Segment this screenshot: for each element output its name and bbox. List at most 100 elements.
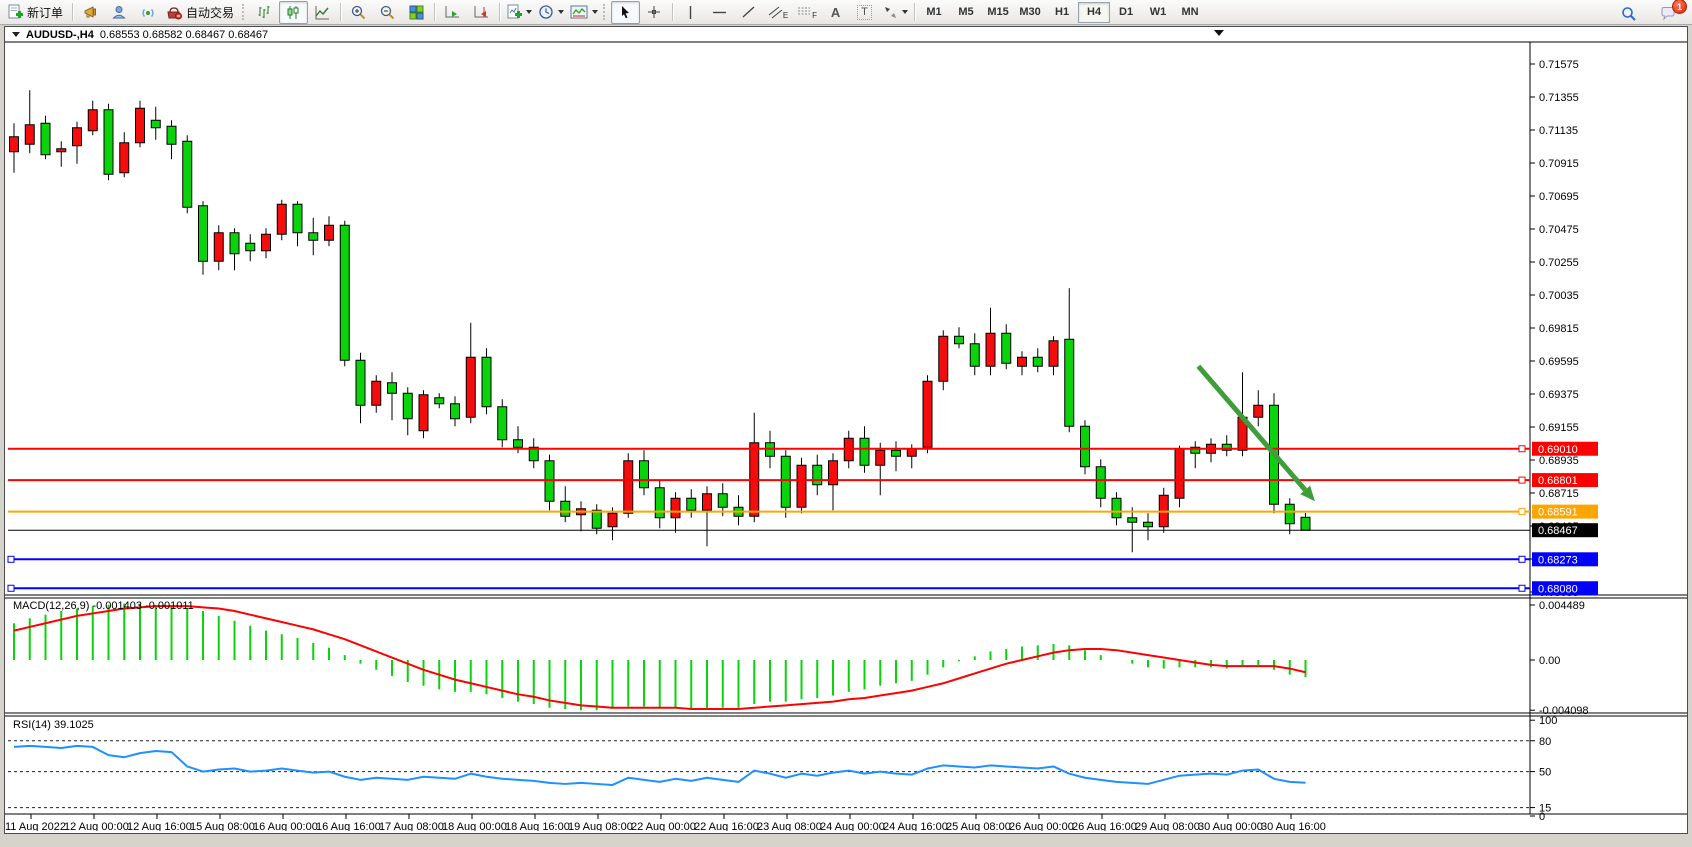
tab-timeframe-m5[interactable]: M5	[950, 2, 982, 23]
notifications-button[interactable]: 1	[1653, 2, 1682, 25]
level-handle[interactable]	[1519, 556, 1525, 562]
vertical-line-button[interactable]	[676, 1, 705, 24]
auto-trading-label: 自动交易	[185, 4, 237, 21]
candle-body	[277, 204, 286, 234]
candle-body	[624, 461, 633, 514]
candle-body	[640, 461, 649, 488]
toolbar-separator	[914, 3, 915, 21]
line-chart-icon	[314, 4, 331, 21]
date-axis-label: 26 Aug 00:00	[1009, 821, 1074, 831]
indicators-button[interactable]	[503, 1, 535, 24]
candle-body	[829, 461, 838, 485]
tile-windows-button[interactable]	[402, 1, 431, 24]
candle-body	[419, 395, 428, 431]
candle-body	[104, 110, 113, 175]
candle-body	[325, 225, 334, 240]
tab-timeframe-mn[interactable]: MN	[1174, 2, 1206, 23]
candle-body	[230, 233, 239, 254]
annotation-arrow[interactable]	[1198, 366, 1305, 490]
text-button[interactable]: A	[821, 1, 850, 24]
zoom-in-button[interactable]	[344, 1, 373, 24]
price-axis-label: 0.69815	[1539, 323, 1579, 335]
auto-scroll-icon	[444, 4, 461, 21]
price-axis-label: 0.70695	[1539, 191, 1579, 203]
crosshair-icon	[646, 4, 663, 21]
tab-timeframe-w1[interactable]: W1	[1142, 2, 1174, 23]
text-label-button[interactable]: T	[850, 1, 879, 24]
tab-timeframe-h4[interactable]: H4	[1078, 2, 1110, 23]
signals-button[interactable]	[134, 1, 163, 24]
window-menu-icon[interactable]	[12, 32, 20, 37]
equidistant-channel-button[interactable]: E	[763, 1, 792, 24]
tab-timeframe-m15[interactable]: M15	[982, 2, 1014, 23]
candle-body	[214, 233, 223, 262]
candle-body	[1285, 504, 1294, 524]
periods-button[interactable]	[535, 1, 567, 24]
level-price-chip-label: 0.68801	[1538, 475, 1578, 487]
candle-body	[498, 407, 507, 440]
candle-body	[309, 233, 318, 241]
candle-body	[608, 513, 617, 527]
toolbar-grip	[242, 4, 248, 20]
candle-body	[136, 108, 145, 143]
notification-badge: 1	[1672, 0, 1687, 14]
scroll-end-marker-icon[interactable]	[1214, 30, 1224, 36]
auto-trading-button[interactable]: 自动交易	[163, 1, 240, 24]
new-order-label: 新订单	[26, 4, 66, 21]
trendline-button[interactable]	[734, 1, 763, 24]
candle-body	[923, 381, 932, 447]
megaphone-button[interactable]	[76, 1, 105, 24]
date-axis-label: 29 Aug 08:00	[1135, 821, 1200, 831]
horizontal-line-button[interactable]	[705, 1, 734, 24]
date-axis-label: 24 Aug 00:00	[820, 821, 885, 831]
tab-timeframe-h1[interactable]: H1	[1046, 2, 1078, 23]
candle-body	[435, 398, 444, 404]
chart-ohlc-readout: 0.68553 0.68582 0.68467 0.68467	[100, 29, 268, 41]
level-price-chip-label: 0.69010	[1538, 444, 1578, 456]
candle-body	[57, 149, 66, 152]
candle-body	[1081, 426, 1090, 467]
tab-timeframe-m1[interactable]: M1	[918, 2, 950, 23]
date-axis-label: 12 Aug 00:00	[64, 821, 129, 831]
level-handle[interactable]	[1519, 585, 1525, 591]
date-axis-label: 17 Aug 08:00	[379, 821, 444, 831]
search-button[interactable]	[1614, 2, 1643, 25]
bar-chart-mode-button[interactable]	[250, 1, 279, 24]
cursor-arrow-icon	[617, 4, 634, 21]
candlestick-mode-button[interactable]	[279, 1, 308, 24]
price-axis-label: 0.71135	[1539, 125, 1578, 137]
candle-body	[388, 383, 397, 394]
level-handle[interactable]	[1519, 477, 1525, 483]
chart-canvas[interactable]: 0.715750.713550.711350.709150.706950.704…	[5, 27, 1687, 831]
chart-shift-button[interactable]	[467, 1, 496, 24]
candle-body	[1128, 518, 1137, 523]
level-handle[interactable]	[1519, 509, 1525, 515]
candle-body	[718, 494, 727, 508]
arrows-button[interactable]	[879, 1, 911, 24]
auto-scroll-button[interactable]	[438, 1, 467, 24]
toolbar-right-group: 1	[1614, 2, 1682, 25]
candle-body	[671, 498, 680, 518]
crosshair-button[interactable]	[640, 1, 669, 24]
level-price-chip-label: 0.68273	[1538, 554, 1578, 566]
chart-title-bar[interactable]: AUDUSD-,H4 0.68553 0.68582 0.68467 0.684…	[12, 28, 268, 41]
fibonacci-button[interactable]: F	[792, 1, 821, 24]
profile-button[interactable]	[105, 1, 134, 24]
templates-button[interactable]	[567, 1, 601, 24]
tab-timeframe-m30[interactable]: M30	[1014, 2, 1046, 23]
level-handle[interactable]	[8, 556, 14, 562]
price-axis-label: 0.70035	[1539, 290, 1579, 302]
toolbar-separator	[340, 3, 341, 21]
new-order-button[interactable]: 新订单	[4, 1, 69, 24]
cursor-button[interactable]	[611, 1, 640, 24]
main-toolbar: 新订单 自动交易	[0, 0, 1692, 25]
macd-axis-label: 0.004489	[1539, 600, 1585, 612]
level-handle[interactable]	[1519, 446, 1525, 452]
zoom-out-button[interactable]	[373, 1, 402, 24]
candle-body	[73, 128, 82, 146]
candle-body	[10, 137, 19, 152]
line-chart-mode-button[interactable]	[308, 1, 337, 24]
tab-timeframe-d1[interactable]: D1	[1110, 2, 1142, 23]
bar-chart-icon	[256, 4, 273, 21]
level-handle[interactable]	[8, 585, 14, 591]
